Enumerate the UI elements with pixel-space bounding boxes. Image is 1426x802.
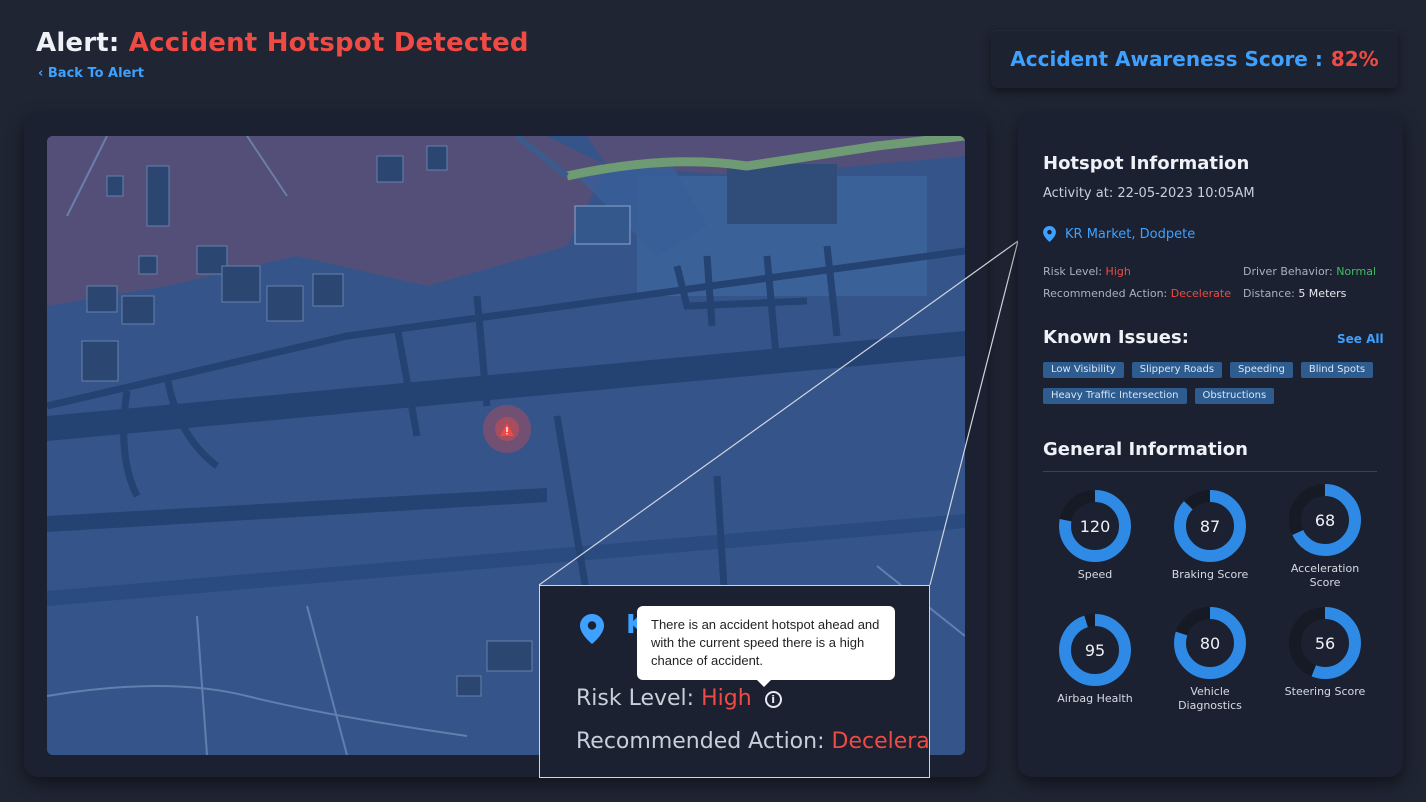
divider [1043, 471, 1377, 472]
gauge-acceleration-score: 68 Acceleration Score [1275, 482, 1375, 590]
gauge-value: 80 [1200, 634, 1220, 653]
risk-level-field: Risk Level: High [1043, 265, 1131, 278]
location-label: KR Market, Dodpete [1065, 226, 1196, 242]
gauge-airbag-health: 95 Airbag Health [1045, 612, 1145, 706]
risk-tooltip: There is an accident hotspot ahead and w… [637, 606, 895, 687]
gauge-value: 120 [1080, 517, 1111, 536]
gauge-label: Airbag Health [1057, 692, 1133, 705]
issue-tag[interactable]: Slippery Roads [1131, 362, 1223, 378]
risk-level-value: High [1105, 265, 1131, 278]
activity-time: Activity at: 22-05-2023 10:05AM [1043, 186, 1255, 201]
distance-label: Distance: [1243, 287, 1295, 300]
score-value: 82% [1330, 47, 1379, 71]
driver-behavior-value: Normal [1336, 265, 1377, 278]
gauge-speed: 120 Speed [1045, 488, 1145, 582]
gauge-value: 95 [1085, 641, 1105, 660]
issue-tag[interactable]: Speeding [1230, 362, 1293, 378]
recommended-action-label: Recommended Action: [1043, 287, 1168, 300]
issue-tag[interactable]: Obstructions [1194, 388, 1275, 404]
hotspot-location[interactable]: KR Market, Dodpete [1043, 226, 1195, 242]
warning-triangle-icon[interactable] [500, 421, 514, 436]
awareness-score-card: Accident Awareness Score : 82% [991, 30, 1398, 88]
zoom-risk-value: High [701, 686, 752, 711]
distance-field: Distance: 5 Meters [1243, 287, 1346, 300]
zoom-risk-level: Risk Level: High i [576, 686, 782, 711]
hotspot-info-title: Hotspot Information [1043, 153, 1250, 174]
zoom-action-value: Decelerat [831, 729, 930, 754]
known-issues-title: Known Issues: [1043, 327, 1189, 348]
gauge-value: 56 [1315, 634, 1335, 653]
info-icon[interactable]: i [764, 690, 782, 708]
alert-name: Accident Hotspot Detected [128, 28, 529, 58]
gauge-label: Vehicle Diagnostics [1178, 685, 1242, 712]
chevron-left-icon: ‹ [38, 66, 44, 81]
driver-behavior-label: Driver Behavior: [1243, 265, 1333, 278]
issue-tag[interactable]: Heavy Traffic Intersection [1043, 388, 1187, 404]
general-info-title: General Information [1043, 439, 1248, 460]
driver-behavior-field: Driver Behavior: Normal [1243, 265, 1376, 278]
title-prefix: Alert: [36, 28, 120, 58]
recommended-action-value: Decelerate [1170, 287, 1231, 300]
page-title: Alert: Accident Hotspot Detected [36, 28, 529, 58]
see-all-link[interactable]: See All [1337, 332, 1384, 346]
score-label: Accident Awareness Score : [1010, 47, 1323, 71]
zoom-callout: K Risk Level: High i Recommended Action:… [539, 585, 930, 778]
gauge-vehicle-diagnostics: 80 Vehicle Diagnostics [1160, 605, 1260, 713]
gauge-label: Speed [1077, 568, 1113, 581]
issue-tags: Low Visibility Slippery Roads Speeding B… [1043, 362, 1383, 404]
zoom-recommended-action: Recommended Action: Decelerat [576, 729, 930, 754]
distance-value: 5 Meters [1298, 287, 1347, 300]
location-pin-icon [580, 614, 604, 644]
gauge-value: 68 [1315, 511, 1335, 530]
gauge-label: Braking Score [1171, 568, 1249, 581]
location-pin-icon [1043, 226, 1056, 242]
gauge-braking-score: 87 Braking Score [1160, 488, 1260, 582]
gauge-steering-score: 56 Steering Score [1275, 605, 1375, 699]
gauge-label: Steering Score [1284, 685, 1366, 698]
back-to-alert-link[interactable]: ‹ Back To Alert [38, 66, 144, 81]
gauge-label: Acceleration Score [1290, 562, 1360, 589]
zoom-action-label: Recommended Action: [576, 729, 825, 754]
issue-tag[interactable]: Low Visibility [1043, 362, 1124, 378]
risk-level-label: Risk Level: [1043, 265, 1103, 278]
back-link-label: Back To Alert [47, 66, 145, 81]
recommended-action-field: Recommended Action: Decelerate [1043, 287, 1231, 300]
issue-tag[interactable]: Blind Spots [1300, 362, 1374, 378]
gauge-value: 87 [1200, 517, 1220, 536]
zoom-risk-label: Risk Level: [576, 686, 695, 711]
